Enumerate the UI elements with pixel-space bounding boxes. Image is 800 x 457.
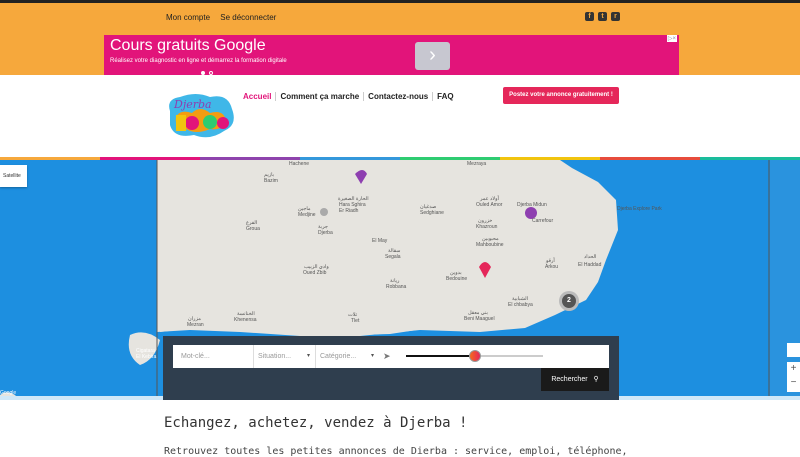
- logout-link[interactable]: Se déconnecter: [220, 13, 276, 22]
- map-label: Khazroun: [476, 224, 498, 230]
- slider-knob[interactable]: [469, 350, 481, 362]
- keyword-input[interactable]: Mot-clé...: [181, 345, 251, 368]
- map-label: El chbabya: [508, 302, 533, 308]
- logo-text: Djerba: [173, 98, 212, 111]
- zoom-out-button[interactable]: −: [787, 376, 800, 390]
- nav-faq[interactable]: FAQ: [433, 92, 457, 101]
- map-label: Medjine: [298, 212, 316, 218]
- search-panel: Mot-clé... Situation... Catégorie... ➤ R…: [163, 336, 619, 400]
- zoom-controls: + −: [787, 362, 800, 392]
- map-label: Khenensa: [234, 317, 257, 323]
- map-label: Djerba: [318, 230, 333, 236]
- map-label: Mezraya: [467, 161, 487, 167]
- post-ad-button[interactable]: Postez votre annonce gratuitement !: [503, 87, 619, 104]
- satellite-button[interactable]: Satellite: [0, 165, 27, 187]
- location-arrow-icon[interactable]: ➤: [383, 345, 399, 368]
- map-label: El Kebira: [136, 354, 157, 360]
- my-account-link[interactable]: Mon compte: [166, 13, 210, 22]
- map-label: Ouled Amor: [476, 202, 503, 208]
- map-label: Er Riadh: [339, 208, 359, 214]
- map-label: Mezran: [187, 322, 204, 328]
- search-icon: ⚲: [593, 376, 599, 383]
- page-heading: Echangez, achetez, vendez à Djerba !: [164, 415, 468, 431]
- search-button[interactable]: Rechercher ⚲: [541, 368, 609, 391]
- map-label: الحداد: [584, 254, 597, 260]
- map-label: Hachene: [289, 161, 310, 167]
- site-header: Djerba Accueil Comment ça marche Contact…: [0, 75, 800, 157]
- search-button-label: Rechercher: [551, 376, 588, 383]
- map-label: El Haddad: [578, 262, 602, 268]
- google-logo[interactable]: Google: [0, 390, 16, 396]
- nav-how-it-works[interactable]: Comment ça marche: [276, 92, 365, 101]
- ad-subtitle[interactable]: Réalisez votre diagnostic en ligne et dé…: [110, 58, 287, 64]
- search-bar: Mot-clé... Situation... Catégorie... ➤: [173, 345, 609, 368]
- map-label: Carrefour: [532, 218, 554, 224]
- map-label: Robbana: [386, 284, 407, 290]
- situation-select[interactable]: Situation...: [253, 345, 313, 368]
- nav-home[interactable]: Accueil: [243, 92, 277, 101]
- slider-fill: [406, 355, 475, 357]
- top-bar: Mon compte Se déconnecter f t r Cours gr…: [0, 0, 800, 77]
- map-cluster[interactable]: 2: [559, 291, 579, 311]
- map-label: Bazim: [264, 178, 278, 184]
- street-view-icon[interactable]: [787, 343, 800, 357]
- category-select[interactable]: Catégorie...: [315, 345, 377, 368]
- ad-choices-icon[interactable]: ▷×: [666, 35, 677, 42]
- rss-icon[interactable]: r: [611, 12, 620, 21]
- social-links: f t r: [585, 12, 620, 21]
- account-links: Mon compte Se déconnecter: [166, 13, 284, 22]
- ad-title[interactable]: Cours gratuits Google: [110, 37, 266, 55]
- map-label: Segala: [385, 254, 401, 260]
- map-label: Sedghiane: [420, 210, 444, 216]
- intro-text: Retrouvez toutes les petites annonces de…: [164, 446, 628, 457]
- map-label: Bedouine: [446, 276, 468, 282]
- map-label: Arkou: [545, 264, 559, 270]
- map-label: Oued Zbib: [303, 270, 327, 276]
- map-label: El May: [372, 238, 388, 244]
- zoom-in-button[interactable]: +: [787, 362, 800, 376]
- nav-contact[interactable]: Contactez-nous: [364, 92, 434, 101]
- map-label: Groua: [246, 226, 260, 232]
- map-label: Djerba Midun: [517, 202, 547, 208]
- facebook-icon[interactable]: f: [585, 12, 594, 21]
- map-label: Djerba Explore Park: [617, 206, 662, 212]
- map-label: Tlet: [351, 318, 360, 324]
- main-nav: Accueil Comment ça marche Contactez-nous…: [243, 92, 458, 101]
- ad-banner[interactable]: Cours gratuits Google Réalisez votre dia…: [104, 35, 679, 77]
- twitter-icon[interactable]: t: [598, 12, 607, 21]
- map-label: Mahboubine: [476, 242, 504, 248]
- map-label: Beni Maaguel: [464, 316, 495, 322]
- ad-next-button[interactable]: ›: [415, 42, 450, 70]
- site-logo[interactable]: Djerba: [166, 91, 236, 139]
- distance-slider[interactable]: [406, 350, 543, 362]
